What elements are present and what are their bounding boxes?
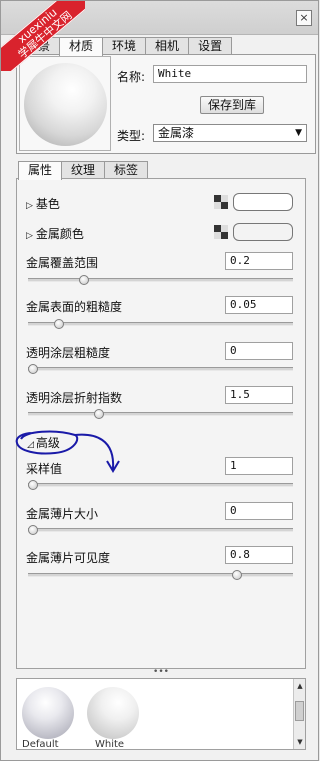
material-type-value: 金属漆: [158, 126, 195, 140]
save-to-library-button[interactable]: 保存到库: [200, 96, 264, 114]
slider-thumb[interactable]: [28, 364, 38, 374]
flake-size-label: 金属薄片大小: [26, 507, 99, 521]
library-item-white[interactable]: [87, 687, 139, 739]
clearcoat-roughness-slider[interactable]: [28, 364, 293, 374]
library-scrollbar[interactable]: ▲ ▼: [293, 679, 305, 749]
material-library-panel: Default White ▲ ▼: [16, 678, 306, 750]
name-label: 名称:: [117, 70, 146, 84]
texture-checker-icon[interactable]: [214, 225, 228, 239]
sample-value-input[interactable]: 1: [225, 457, 293, 475]
material-name-input[interactable]: White: [153, 65, 307, 83]
clearcoat-roughness-label: 透明涂层粗糙度: [26, 346, 111, 360]
base-color-label: 基色: [35, 197, 60, 211]
flake-visibility-input[interactable]: 0.8: [225, 546, 293, 564]
clearcoat-ior-slider[interactable]: [28, 409, 293, 419]
clearcoat-roughness-input[interactable]: 0: [225, 342, 293, 360]
tab-properties[interactable]: 属性: [18, 161, 63, 180]
tab-tags[interactable]: 标签: [104, 161, 149, 179]
scroll-up-icon[interactable]: ▲: [295, 681, 305, 691]
slider-thumb[interactable]: [232, 570, 242, 580]
clearcoat-ior-input[interactable]: 1.5: [225, 386, 293, 404]
material-type-select[interactable]: 金属漆 ▼: [153, 124, 307, 142]
watermark-logo: xuexiniu 学犀牛中文网: [1, 1, 85, 71]
expand-icon: ▷: [26, 201, 33, 211]
clearcoat-ior-label: 透明涂层折射指数: [26, 391, 123, 405]
metal-coverage-input[interactable]: 0.2: [225, 252, 293, 270]
base-color-expander[interactable]: ▷ 基色: [26, 195, 60, 212]
slider-thumb[interactable]: [94, 409, 104, 419]
expand-icon: ▷: [26, 231, 33, 241]
flake-visibility-label: 金属薄片可见度: [26, 551, 111, 565]
slider-thumb[interactable]: [28, 480, 38, 490]
sub-tab-bar: 属性 纹理 标签: [18, 161, 149, 180]
metal-coverage-slider[interactable]: [28, 275, 293, 285]
sample-value-label: 采样值: [26, 462, 63, 476]
library-item-default-label: Default: [22, 739, 59, 750]
metal-color-label: 金属颜色: [35, 227, 84, 241]
tab-textures[interactable]: 纹理: [61, 161, 106, 179]
metal-coverage-label: 金属覆盖范围: [26, 256, 99, 270]
scroll-down-icon[interactable]: ▼: [295, 737, 305, 747]
slider-thumb[interactable]: [54, 319, 64, 329]
advanced-label: 高级: [35, 436, 60, 450]
metal-roughness-input[interactable]: 0.05: [225, 296, 293, 314]
tab-environment[interactable]: 环境: [102, 37, 147, 55]
texture-checker-icon[interactable]: [214, 195, 228, 209]
scrollbar-thumb[interactable]: [295, 701, 304, 721]
metal-roughness-label: 金属表面的粗糙度: [26, 300, 123, 314]
tab-settings[interactable]: 设置: [188, 37, 233, 55]
base-color-swatch[interactable]: [233, 193, 293, 211]
material-editor-window: × xuexiniu 学犀牛中文网 场景 材质 环境 相机 设置 名称: Whi…: [0, 0, 319, 761]
slider-thumb[interactable]: [79, 275, 89, 285]
tab-camera[interactable]: 相机: [145, 37, 190, 55]
material-preview-sphere: [24, 63, 107, 146]
metal-color-expander[interactable]: ▷ 金属颜色: [26, 225, 84, 242]
chevron-down-icon: ▼: [295, 128, 302, 138]
flake-size-slider[interactable]: [28, 525, 293, 535]
collapse-icon: ◿: [27, 440, 34, 450]
flake-visibility-slider[interactable]: [28, 570, 293, 580]
sample-value-slider[interactable]: [28, 480, 293, 490]
type-label: 类型:: [117, 129, 146, 143]
flake-size-input[interactable]: 0: [225, 502, 293, 520]
panel-splitter[interactable]: •••: [16, 668, 306, 678]
metal-color-swatch[interactable]: [233, 223, 293, 241]
library-item-default[interactable]: [22, 687, 74, 739]
metal-roughness-slider[interactable]: [28, 319, 293, 329]
slider-thumb[interactable]: [28, 525, 38, 535]
close-icon[interactable]: ×: [296, 10, 312, 26]
library-item-white-label: White: [95, 739, 125, 750]
